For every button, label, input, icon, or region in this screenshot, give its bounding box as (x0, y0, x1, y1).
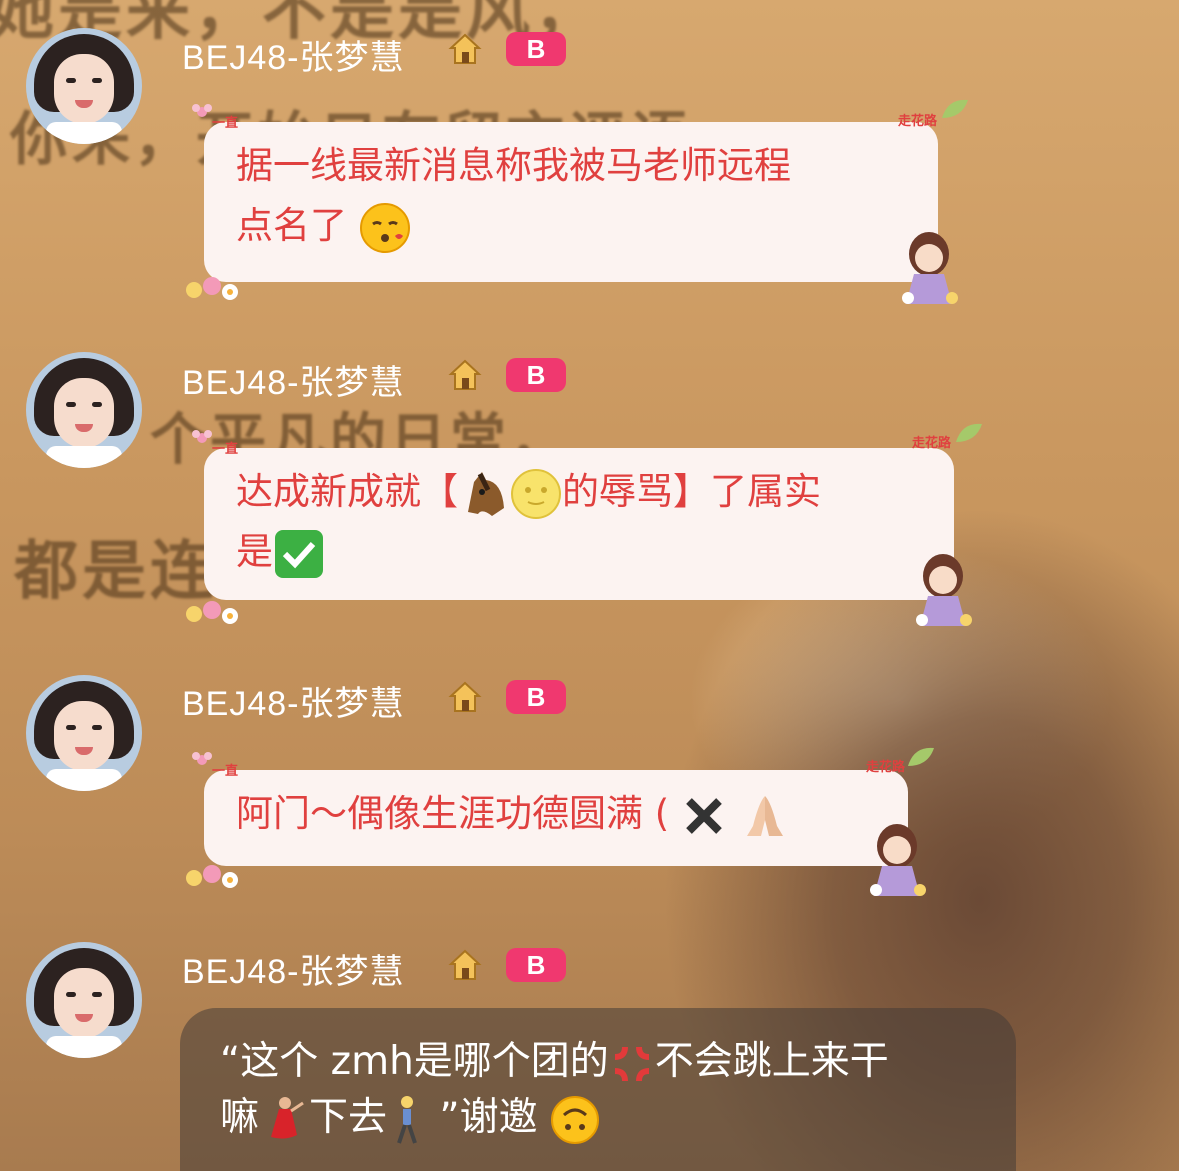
horse-face-icon (468, 471, 504, 516)
member-badge: B (506, 32, 566, 66)
leaf-icon (942, 99, 968, 118)
house-icon (448, 681, 482, 712)
avatar[interactable] (26, 28, 142, 144)
member-badge: B (506, 358, 566, 392)
message-text-part-4: 下去 (309, 1095, 388, 1140)
chibi-girl-sticker (870, 824, 926, 896)
house-icon (448, 33, 482, 64)
message-bubble[interactable]: 据一线最新消息称我被马老师远程 点名了 (204, 122, 938, 282)
sender-name[interactable]: BEJ48-张梦慧 (182, 676, 405, 725)
decor-top-right: 走花路 (912, 436, 952, 451)
message-bubble[interactable]: “这个 zmh是哪个团的 不会跳上来干 嘛 下去 ”谢邀 (180, 1008, 1016, 1171)
leaf-icon (908, 747, 934, 766)
sender-name[interactable]: BEJ48-张梦慧 (182, 30, 405, 79)
dancer-icon (271, 1096, 304, 1139)
flowers-cluster-icon (186, 277, 238, 300)
flower-icon (192, 104, 212, 117)
person-walking-icon (397, 1095, 417, 1144)
avatar[interactable] (26, 675, 142, 791)
chibi-girl-sticker (916, 554, 972, 626)
message-bubble[interactable]: 达成新成就【 的辱骂】了属实 是 (204, 448, 954, 600)
message-text-part-5: ”谢邀 (427, 1095, 538, 1140)
message-text-line-2: 点名了 (236, 204, 347, 247)
face-blowing-kiss-icon (359, 202, 410, 253)
house-icon (448, 359, 482, 390)
cross-mark-icon (686, 797, 722, 834)
flowers-cluster-icon (186, 865, 238, 888)
chibi-girl-sticker (902, 232, 958, 304)
member-badge: B (506, 948, 566, 982)
message-text-line-1: 据一线最新消息称我被马老师远程 (236, 144, 791, 187)
message-text: 阿门～偶像生涯功德圆满 ( (236, 792, 681, 835)
flower-icon (192, 430, 212, 443)
decor-top-left: 一直 (212, 442, 239, 457)
decor-top-right: 走花路 (866, 760, 906, 775)
avatar[interactable] (26, 942, 142, 1058)
message-text-part-1: 达成新成就【 (236, 470, 458, 513)
house-icon (448, 949, 482, 980)
folded-hands-icon (746, 795, 783, 836)
full-moon-face-icon (511, 468, 561, 519)
check-mark-button-icon (275, 529, 323, 578)
decor-top-right: 走花路 (898, 114, 938, 129)
upside-down-face-icon (551, 1095, 600, 1144)
message-bubble[interactable]: 阿门～偶像生涯功德圆满 ( (204, 770, 908, 866)
flowers-cluster-icon (186, 601, 238, 624)
decor-top-left: 一直 (212, 116, 239, 131)
message-text-part-2: 的辱骂】了属实 (562, 470, 821, 513)
message-text-part-3: 嘛 (220, 1095, 260, 1140)
message-text-part-2: 不会跳上来干 (654, 1039, 889, 1084)
sender-name[interactable]: BEJ48-张梦慧 (182, 944, 405, 993)
sender-name[interactable]: BEJ48-张梦慧 (182, 355, 405, 404)
leaf-icon (956, 423, 982, 442)
anger-symbol-icon (614, 1046, 649, 1081)
decor-top-left: 一直 (212, 764, 239, 779)
member-badge: B (506, 680, 566, 714)
message-text-part-1: “这个 zmh是哪个团的 (220, 1039, 609, 1084)
avatar[interactable] (26, 352, 142, 468)
flower-icon (192, 752, 212, 765)
message-text-part-3: 是 (236, 530, 273, 573)
